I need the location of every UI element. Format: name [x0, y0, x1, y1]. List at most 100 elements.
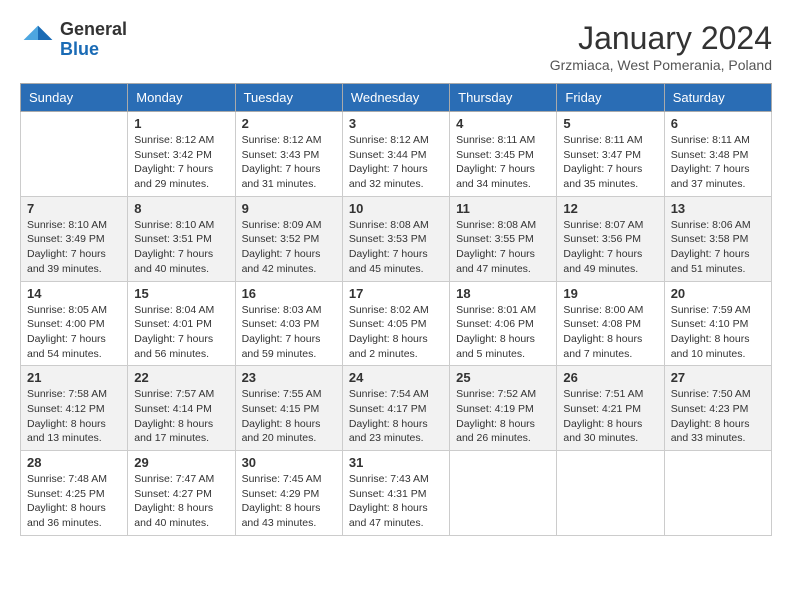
day-info: Sunrise: 8:12 AMSunset: 3:44 PMDaylight:…: [349, 133, 443, 192]
day-number: 18: [456, 286, 550, 301]
day-info: Sunrise: 7:48 AMSunset: 4:25 PMDaylight:…: [27, 472, 121, 531]
day-number: 1: [134, 116, 228, 131]
logo-general: General: [60, 20, 127, 40]
calendar-cell: 4 Sunrise: 8:11 AMSunset: 3:45 PMDaylight…: [450, 112, 557, 197]
day-info: Sunrise: 7:52 AMSunset: 4:19 PMDaylight:…: [456, 387, 550, 446]
day-info: Sunrise: 8:07 AMSunset: 3:56 PMDaylight:…: [563, 218, 657, 277]
day-info: Sunrise: 7:43 AMSunset: 4:31 PMDaylight:…: [349, 472, 443, 531]
day-number: 13: [671, 201, 765, 216]
weekday-header-sunday: Sunday: [21, 84, 128, 112]
day-info: Sunrise: 8:01 AMSunset: 4:06 PMDaylight:…: [456, 303, 550, 362]
day-number: 25: [456, 370, 550, 385]
calendar-table: SundayMondayTuesdayWednesdayThursdayFrid…: [20, 83, 772, 536]
logo-icon: [20, 22, 56, 58]
calendar-cell: 25 Sunrise: 7:52 AMSunset: 4:19 PMDayligh…: [450, 366, 557, 451]
day-number: 8: [134, 201, 228, 216]
calendar-cell: 2Sunrise: 8:12 AMSunset: 3:43 PMDaylight…: [235, 112, 342, 197]
day-number: 5: [563, 116, 657, 131]
day-number: 16: [242, 286, 336, 301]
calendar-cell: 18 Sunrise: 8:01 AMSunset: 4:06 PMDayligh…: [450, 281, 557, 366]
calendar-cell: 6 Sunrise: 8:11 AMSunset: 3:48 PMDaylight…: [664, 112, 771, 197]
calendar-cell: 3 Sunrise: 8:12 AMSunset: 3:44 PMDaylight…: [342, 112, 449, 197]
day-number: 14: [27, 286, 121, 301]
day-number: 3: [349, 116, 443, 131]
day-number: 10: [349, 201, 443, 216]
calendar-cell: 20Sunrise: 7:59 AMSunset: 4:10 PMDayligh…: [664, 281, 771, 366]
day-number: 31: [349, 455, 443, 470]
day-info: Sunrise: 8:11 AMSunset: 3:47 PMDaylight:…: [563, 133, 657, 192]
day-number: 23: [242, 370, 336, 385]
logo-blue: Blue: [60, 40, 127, 60]
calendar-cell: 27 Sunrise: 7:50 AMSunset: 4:23 PMDayligh…: [664, 366, 771, 451]
day-number: 15: [134, 286, 228, 301]
day-info: Sunrise: 8:06 AMSunset: 3:58 PMDaylight:…: [671, 218, 765, 277]
logo: General Blue: [20, 20, 127, 60]
weekday-header-saturday: Saturday: [664, 84, 771, 112]
calendar-cell: [664, 451, 771, 536]
calendar-cell: 13 Sunrise: 8:06 AMSunset: 3:58 PMDayligh…: [664, 196, 771, 281]
location-subtitle: Grzmiaca, West Pomerania, Poland: [550, 57, 772, 73]
day-info: Sunrise: 7:55 AMSunset: 4:15 PMDaylight:…: [242, 387, 336, 446]
day-number: 26: [563, 370, 657, 385]
day-number: 4: [456, 116, 550, 131]
day-info: Sunrise: 7:58 AMSunset: 4:12 PMDaylight:…: [27, 387, 121, 446]
day-number: 27: [671, 370, 765, 385]
day-info: Sunrise: 7:51 AMSunset: 4:21 PMDaylight:…: [563, 387, 657, 446]
day-number: 6: [671, 116, 765, 131]
day-number: 20: [671, 286, 765, 301]
page-header: General Blue January 2024 Grzmiaca, West…: [20, 20, 772, 73]
day-number: 11: [456, 201, 550, 216]
logo-text: General Blue: [60, 20, 127, 60]
day-number: 29: [134, 455, 228, 470]
day-info: Sunrise: 8:12 AMSunset: 3:42 PMDaylight:…: [134, 133, 228, 192]
calendar-cell: 17 Sunrise: 8:02 AMSunset: 4:05 PMDayligh…: [342, 281, 449, 366]
calendar-cell: 9 Sunrise: 8:09 AMSunset: 3:52 PMDaylight…: [235, 196, 342, 281]
day-info: Sunrise: 8:05 AMSunset: 4:00 PMDaylight:…: [27, 303, 121, 362]
day-number: 17: [349, 286, 443, 301]
weekday-header-monday: Monday: [128, 84, 235, 112]
calendar-cell: 5 Sunrise: 8:11 AMSunset: 3:47 PMDaylight…: [557, 112, 664, 197]
calendar-cell: 15 Sunrise: 8:04 AMSunset: 4:01 PMDayligh…: [128, 281, 235, 366]
day-number: 7: [27, 201, 121, 216]
calendar-cell: 14 Sunrise: 8:05 AMSunset: 4:00 PMDayligh…: [21, 281, 128, 366]
calendar-cell: 1 Sunrise: 8:12 AMSunset: 3:42 PMDaylight…: [128, 112, 235, 197]
calendar-cell: [450, 451, 557, 536]
day-info: Sunrise: 8:11 AMSunset: 3:48 PMDaylight:…: [671, 133, 765, 192]
calendar-cell: 28Sunrise: 7:48 AMSunset: 4:25 PMDayligh…: [21, 451, 128, 536]
calendar-cell: [557, 451, 664, 536]
day-info: Sunrise: 8:04 AMSunset: 4:01 PMDaylight:…: [134, 303, 228, 362]
weekday-header-friday: Friday: [557, 84, 664, 112]
day-number: 9: [242, 201, 336, 216]
calendar-cell: 12Sunrise: 8:07 AMSunset: 3:56 PMDayligh…: [557, 196, 664, 281]
day-number: 24: [349, 370, 443, 385]
weekday-header-tuesday: Tuesday: [235, 84, 342, 112]
day-info: Sunrise: 8:03 AMSunset: 4:03 PMDaylight:…: [242, 303, 336, 362]
calendar-cell: 8 Sunrise: 8:10 AMSunset: 3:51 PMDaylight…: [128, 196, 235, 281]
day-info: Sunrise: 8:02 AMSunset: 4:05 PMDaylight:…: [349, 303, 443, 362]
title-block: January 2024 Grzmiaca, West Pomerania, P…: [550, 20, 772, 73]
calendar-cell: 7 Sunrise: 8:10 AMSunset: 3:49 PMDaylight…: [21, 196, 128, 281]
calendar-cell: 24Sunrise: 7:54 AMSunset: 4:17 PMDayligh…: [342, 366, 449, 451]
calendar-cell: 30Sunrise: 7:45 AMSunset: 4:29 PMDayligh…: [235, 451, 342, 536]
calendar-cell: 19 Sunrise: 8:00 AMSunset: 4:08 PMDayligh…: [557, 281, 664, 366]
day-number: 19: [563, 286, 657, 301]
calendar-cell: 11 Sunrise: 8:08 AMSunset: 3:55 PMDayligh…: [450, 196, 557, 281]
weekday-header-wednesday: Wednesday: [342, 84, 449, 112]
day-info: Sunrise: 8:10 AMSunset: 3:49 PMDaylight:…: [27, 218, 121, 277]
calendar-cell: 23 Sunrise: 7:55 AMSunset: 4:15 PMDayligh…: [235, 366, 342, 451]
day-info: Sunrise: 8:11 AMSunset: 3:45 PMDaylight:…: [456, 133, 550, 192]
day-number: 22: [134, 370, 228, 385]
weekday-header-thursday: Thursday: [450, 84, 557, 112]
day-info: Sunrise: 8:08 AMSunset: 3:55 PMDaylight:…: [456, 218, 550, 277]
day-info: Sunrise: 7:50 AMSunset: 4:23 PMDaylight:…: [671, 387, 765, 446]
calendar-cell: 22Sunrise: 7:57 AMSunset: 4:14 PMDayligh…: [128, 366, 235, 451]
calendar-cell: 10Sunrise: 8:08 AMSunset: 3:53 PMDayligh…: [342, 196, 449, 281]
day-info: Sunrise: 8:00 AMSunset: 4:08 PMDaylight:…: [563, 303, 657, 362]
calendar-cell: 21Sunrise: 7:58 AMSunset: 4:12 PMDayligh…: [21, 366, 128, 451]
calendar-cell: [21, 112, 128, 197]
day-info: Sunrise: 8:12 AMSunset: 3:43 PMDaylight:…: [242, 133, 336, 192]
calendar-cell: 31 Sunrise: 7:43 AMSunset: 4:31 PMDayligh…: [342, 451, 449, 536]
day-info: Sunrise: 8:09 AMSunset: 3:52 PMDaylight:…: [242, 218, 336, 277]
day-info: Sunrise: 8:10 AMSunset: 3:51 PMDaylight:…: [134, 218, 228, 277]
day-info: Sunrise: 7:47 AMSunset: 4:27 PMDaylight:…: [134, 472, 228, 531]
